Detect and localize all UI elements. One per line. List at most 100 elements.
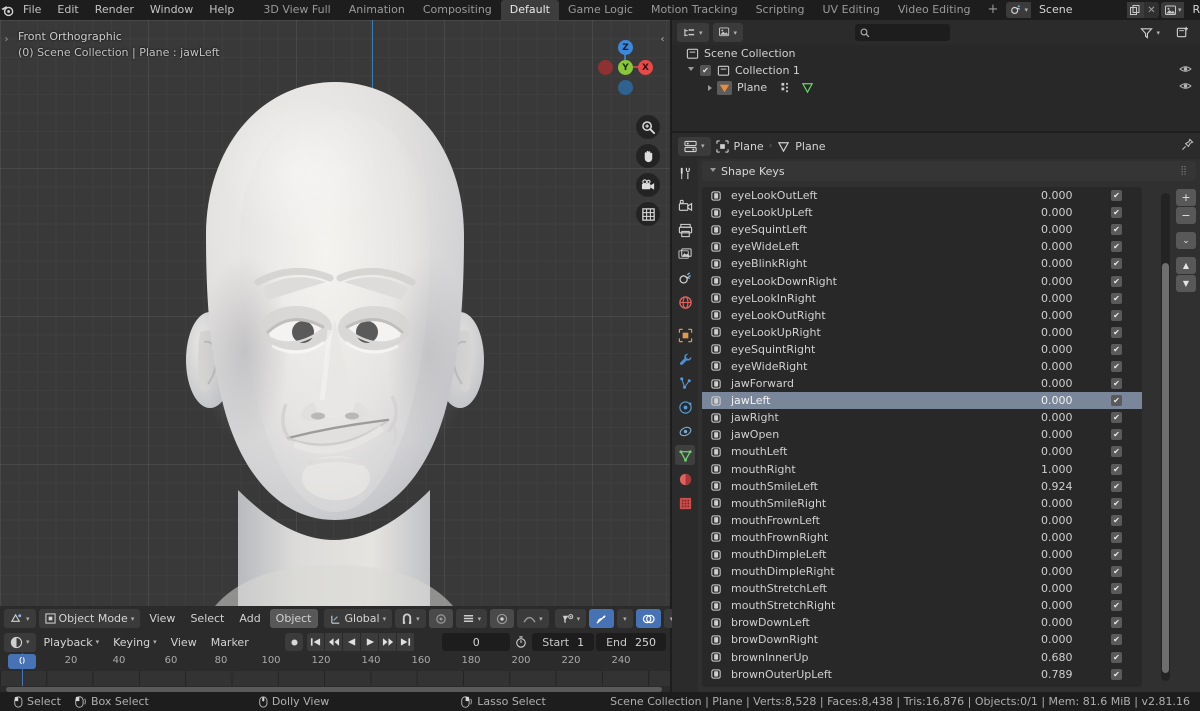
menu-add[interactable]: Add	[233, 609, 266, 628]
shape-key-row[interactable]: eyeLookInRight 0.000 ✔	[702, 290, 1142, 307]
shape-key-enable-checkbox[interactable]: ✔	[1111, 480, 1122, 492]
shape-key-row[interactable]: eyeSquintLeft 0.000 ✔	[702, 221, 1142, 238]
shape-key-row[interactable]: eyeBlinkRight 0.000 ✔	[702, 255, 1142, 272]
shape-key-row[interactable]: mouthDimpleRight 0.000 ✔	[702, 563, 1142, 580]
tab-modifiers[interactable]	[675, 349, 695, 369]
outliner-editor[interactable]: ▾ ▾ ▾ Scene Collection ✔ Collection 1 Pl…	[672, 20, 1200, 131]
menu-view[interactable]: View	[143, 609, 181, 628]
shape-key-value[interactable]: 0.000	[1041, 343, 1111, 356]
play-icon[interactable]	[361, 633, 380, 651]
shape-key-row[interactable]: mouthSmileLeft 0.924 ✔	[702, 478, 1142, 495]
menu-timeline-view[interactable]: View	[165, 633, 203, 652]
scene-browse-icon[interactable]: ▾	[1006, 2, 1031, 18]
menu-render[interactable]: Render	[87, 1, 142, 19]
autokey-icon[interactable]	[512, 633, 530, 651]
shape-key-enable-checkbox[interactable]: ✔	[1111, 395, 1122, 407]
shape-key-enable-checkbox[interactable]: ✔	[1111, 463, 1122, 475]
record-icon[interactable]	[285, 633, 304, 651]
shape-key-row[interactable]: eyeSquintRight 0.000 ✔	[702, 341, 1142, 358]
outliner-row-plane[interactable]: Plane	[672, 79, 1200, 96]
viewlayer-browse-icon[interactable]: ▾	[1160, 2, 1185, 18]
add-workspace-button[interactable]: +	[980, 0, 1007, 20]
gizmo-axis-x[interactable]: X	[638, 60, 653, 75]
shape-key-value[interactable]: 1.000	[1041, 463, 1111, 476]
hand-icon[interactable]	[636, 144, 660, 168]
workspace-tab-3d-view-full[interactable]: 3D View Full	[254, 0, 339, 20]
shape-key-value[interactable]: 0.000	[1041, 497, 1111, 510]
sidebar-toggle-right-icon[interactable]: ‹	[657, 28, 668, 50]
timeline-editor[interactable]: ▾ Playback ▾ Keying ▾ View Marker 0 Star…	[0, 631, 670, 692]
gizmo-axis-neg-z[interactable]	[618, 80, 633, 95]
tab-view-layer[interactable]	[675, 244, 695, 264]
menu-playback[interactable]: Playback ▾	[38, 633, 106, 652]
tab-material[interactable]	[675, 469, 695, 489]
shape-key-row[interactable]: jawOpen 0.000 ✔	[702, 426, 1142, 443]
workspace-tab-game-logic[interactable]: Game Logic	[559, 0, 642, 20]
shape-key-value[interactable]: 0.000	[1041, 275, 1111, 288]
shape-key-row[interactable]: mouthFrownLeft 0.000 ✔	[702, 512, 1142, 529]
outliner-id-filter-icon[interactable]: ▾	[712, 23, 744, 42]
shape-key-value[interactable]: 0.000	[1041, 377, 1111, 390]
shape-key-value[interactable]: 0.000	[1041, 292, 1111, 305]
gizmo-toggle-button[interactable]	[589, 609, 615, 628]
tab-scene[interactable]	[675, 268, 695, 288]
add-shapekey-button[interactable]: +	[1176, 189, 1196, 206]
shape-key-value[interactable]: 0.000	[1041, 223, 1111, 236]
shape-key-enable-checkbox[interactable]: ✔	[1111, 429, 1122, 441]
shape-key-value[interactable]: 0.000	[1041, 309, 1111, 322]
timeline-ruler[interactable]: 20 40 60 80 100 120 140 160 180 200 220 …	[0, 653, 670, 671]
snap-target-button[interactable]	[490, 609, 515, 628]
shape-key-enable-checkbox[interactable]: ✔	[1111, 360, 1122, 372]
shape-keys-scrollbar[interactable]	[1161, 193, 1170, 681]
camera-icon[interactable]	[636, 173, 660, 197]
shape-key-enable-checkbox[interactable]: ✔	[1111, 651, 1122, 663]
tab-render[interactable]	[675, 196, 695, 216]
remove-shapekey-button[interactable]: −	[1176, 207, 1196, 224]
breadcrumb-object[interactable]: Plane	[734, 140, 764, 153]
menu-edit[interactable]: Edit	[49, 1, 86, 19]
outliner-row-scene-collection[interactable]: Scene Collection	[672, 45, 1200, 62]
menu-select[interactable]: Select	[184, 609, 230, 628]
shape-keys-list[interactable]: eyeLookOutLeft 0.000 ✔ eyeLookUpLeft 0.000 ✔ e…	[702, 187, 1142, 687]
next-keyframe-icon[interactable]	[379, 633, 398, 651]
shape-keys-panel-header[interactable]: Shape Keys ⣿	[702, 161, 1196, 181]
shape-key-enable-checkbox[interactable]: ✔	[1111, 531, 1122, 543]
current-frame-field[interactable]: 0	[442, 633, 511, 651]
workspace-tab-default[interactable]: Default	[500, 0, 559, 20]
shape-key-enable-checkbox[interactable]: ✔	[1111, 224, 1122, 236]
shape-key-enable-checkbox[interactable]: ✔	[1111, 600, 1122, 612]
menu-keying[interactable]: Keying ▾	[107, 633, 162, 652]
shape-key-value[interactable]: 0.000	[1041, 445, 1111, 458]
overlays-toggle-button[interactable]	[635, 609, 661, 628]
menu-timeline-marker[interactable]: Marker	[205, 633, 255, 652]
zoom-icon[interactable]	[636, 115, 660, 139]
panel-drag-grip[interactable]: ⣿	[1180, 166, 1188, 176]
workspace-tab-compositing[interactable]: Compositing	[414, 0, 501, 20]
shape-key-enable-checkbox[interactable]: ✔	[1111, 668, 1122, 680]
shape-key-enable-checkbox[interactable]: ✔	[1111, 326, 1122, 338]
shape-key-row[interactable]: jawForward 0.000 ✔	[702, 375, 1142, 392]
shape-key-value[interactable]: 0.000	[1041, 394, 1111, 407]
shape-key-value[interactable]: 0.000	[1041, 565, 1111, 578]
shape-key-value[interactable]: 0.000	[1041, 633, 1111, 646]
menu-window[interactable]: Window	[142, 1, 201, 19]
toolbar-toggle-left-icon[interactable]: ›	[1, 28, 12, 50]
shape-key-row[interactable]: mouthDimpleLeft 0.000 ✔	[702, 546, 1142, 563]
menu-file[interactable]: File	[15, 1, 49, 19]
visibility-eye-icon[interactable]	[1179, 81, 1192, 94]
shape-key-value[interactable]: 0.000	[1041, 616, 1111, 629]
scene-name[interactable]: Scene	[1030, 2, 1127, 18]
shape-key-enable-checkbox[interactable]: ✔	[1111, 292, 1122, 304]
visibility-selector[interactable]: ▾	[554, 609, 587, 628]
expand-triangle-icon[interactable]	[708, 84, 712, 91]
properties-editor[interactable]: ▾ Plane › Plane Shape Keys ⣿ eyeLookOutL…	[672, 133, 1200, 692]
3d-viewport[interactable]: Front Orthographic (0) Scene Collection …	[0, 20, 670, 606]
shape-key-enable-checkbox[interactable]: ✔	[1111, 583, 1122, 595]
shape-key-row[interactable]: jawRight 0.000 ✔	[702, 409, 1142, 426]
workspace-tab-motion-tracking[interactable]: Motion Tracking	[642, 0, 747, 20]
editor-type-timeline-icon[interactable]: ▾	[4, 632, 36, 652]
editor-type-3dview-icon[interactable]: ▾	[4, 609, 36, 628]
shape-key-value[interactable]: 0.000	[1041, 411, 1111, 424]
shape-key-enable-checkbox[interactable]: ✔	[1111, 343, 1122, 355]
tab-constraints[interactable]	[675, 421, 695, 441]
